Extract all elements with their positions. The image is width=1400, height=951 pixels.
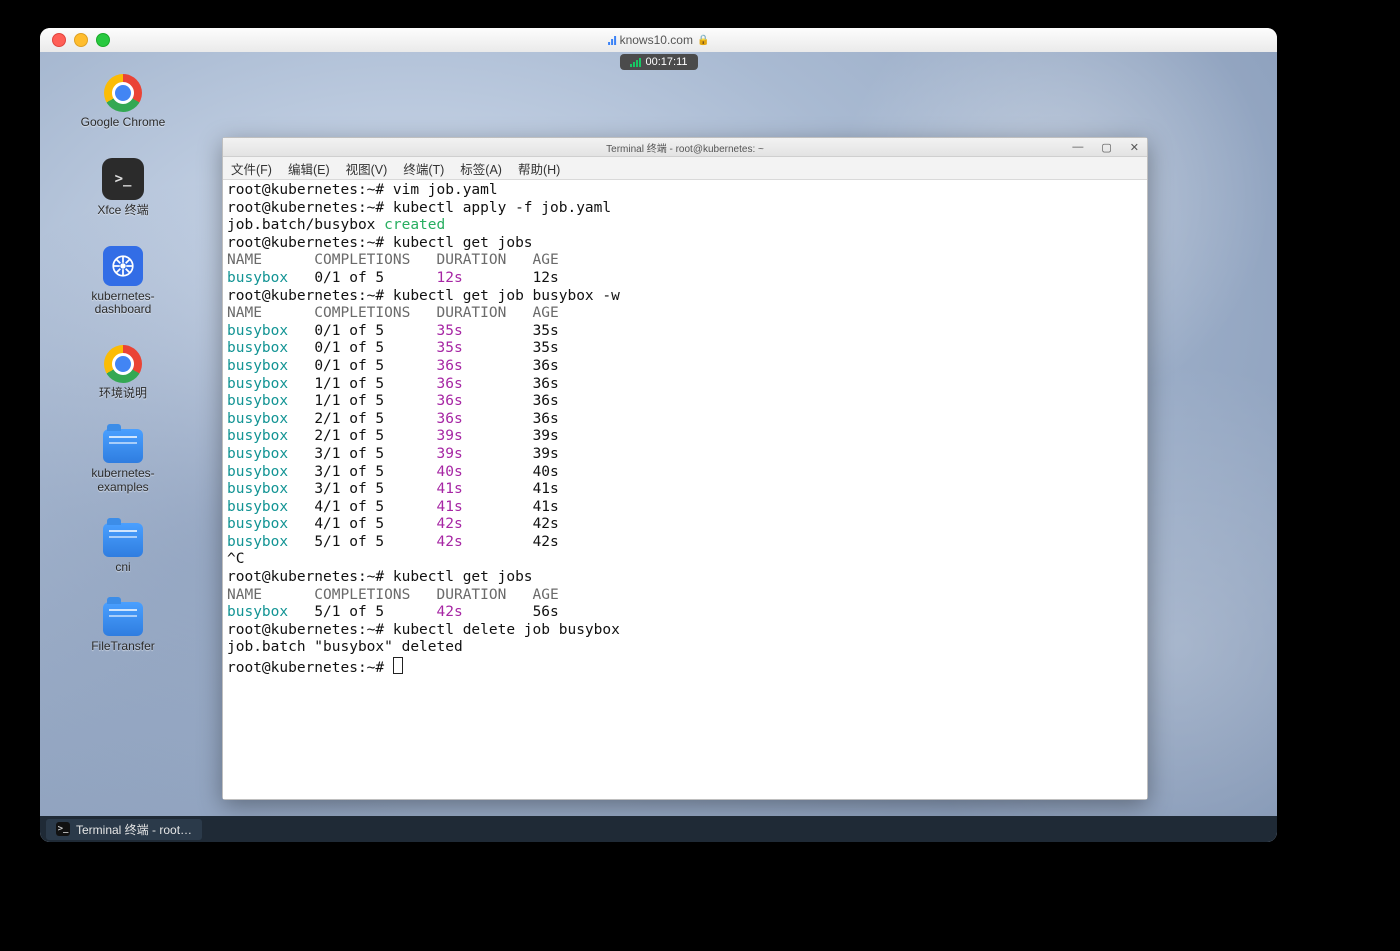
menu-help[interactable]: 帮助(H) bbox=[518, 159, 560, 178]
session-timer: 00:17:11 bbox=[619, 54, 697, 70]
folder-icon bbox=[103, 523, 143, 557]
maximize-button[interactable] bbox=[96, 33, 110, 47]
window-minimize-icon[interactable]: — bbox=[1068, 141, 1087, 154]
terminal-title-text: Terminal 终端 - root@kubernetes: ~ bbox=[606, 140, 764, 155]
icon-label: Xfce 终端 bbox=[97, 204, 148, 218]
window-close-icon[interactable]: ✕ bbox=[1126, 141, 1143, 154]
address-bar: knows10.com 🔒 bbox=[608, 33, 710, 47]
folder-icon bbox=[103, 429, 143, 463]
terminal-titlebar[interactable]: Terminal 终端 - root@kubernetes: ~ — ▢ ✕ bbox=[223, 138, 1147, 157]
desktop-icon-cni[interactable]: cni bbox=[58, 523, 188, 575]
desktop-icon-xfce-terminal[interactable]: >_ Xfce 终端 bbox=[58, 158, 188, 218]
close-button[interactable] bbox=[52, 33, 66, 47]
desktop-icons: Google Chrome >_ Xfce 终端 kubernetes- das… bbox=[58, 74, 188, 654]
lock-icon: 🔒 bbox=[697, 35, 709, 46]
menu-file[interactable]: 文件(F) bbox=[231, 159, 272, 178]
icon-label: FileTransfer bbox=[91, 640, 155, 654]
connection-icon bbox=[608, 35, 616, 45]
terminal-icon: >_ bbox=[56, 822, 70, 836]
menu-edit[interactable]: 编辑(E) bbox=[288, 159, 330, 178]
menu-terminal[interactable]: 终端(T) bbox=[403, 159, 444, 178]
menu-tabs[interactable]: 标签(A) bbox=[460, 159, 502, 178]
mac-titlebar: knows10.com 🔒 bbox=[40, 28, 1277, 53]
terminal-menu: 文件(F) 编辑(E) 视图(V) 终端(T) 标签(A) 帮助(H) bbox=[223, 157, 1147, 180]
taskbar-item-terminal[interactable]: >_ Terminal 终端 - root… bbox=[46, 819, 202, 840]
signal-icon bbox=[629, 58, 640, 67]
window-controls: — ▢ ✕ bbox=[1068, 141, 1143, 154]
folder-icon bbox=[103, 602, 143, 636]
taskbar: >_ Terminal 终端 - root… bbox=[40, 816, 1277, 842]
desktop-icon-file-transfer[interactable]: FileTransfer bbox=[58, 602, 188, 654]
chrome-icon bbox=[104, 74, 142, 112]
icon-label: kubernetes- examples bbox=[91, 467, 154, 495]
icon-label: kubernetes- dashboard bbox=[91, 290, 154, 318]
address-text: knows10.com bbox=[620, 33, 693, 47]
browser-window: knows10.com 🔒 00:17:11 Google Chrome >_ … bbox=[40, 28, 1277, 842]
window-maximize-icon[interactable]: ▢ bbox=[1097, 141, 1115, 154]
minimize-button[interactable] bbox=[74, 33, 88, 47]
desktop-icon-env-readme[interactable]: 环境说明 bbox=[58, 345, 188, 401]
desktop-icon-k8s-dashboard[interactable]: kubernetes- dashboard bbox=[58, 246, 188, 318]
k8s-icon bbox=[103, 246, 143, 286]
timer-text: 00:17:11 bbox=[645, 56, 687, 68]
terminal-window: Terminal 终端 - root@kubernetes: ~ — ▢ ✕ 文… bbox=[222, 137, 1148, 800]
terminal-icon: >_ bbox=[102, 158, 144, 200]
chrome-icon bbox=[104, 345, 142, 383]
menu-view[interactable]: 视图(V) bbox=[346, 159, 388, 178]
terminal-body[interactable]: root@kubernetes:~# vim job.yaml root@kub… bbox=[223, 180, 1147, 799]
desktop-icon-k8s-examples[interactable]: kubernetes- examples bbox=[58, 429, 188, 495]
icon-label: Google Chrome bbox=[81, 116, 166, 130]
desktop-icon-chrome[interactable]: Google Chrome bbox=[58, 74, 188, 130]
traffic-lights bbox=[52, 33, 110, 47]
taskbar-item-label: Terminal 终端 - root… bbox=[76, 821, 192, 838]
remote-desktop: Google Chrome >_ Xfce 终端 kubernetes- das… bbox=[40, 52, 1277, 842]
icon-label: cni bbox=[115, 561, 130, 575]
icon-label: 环境说明 bbox=[99, 387, 147, 401]
